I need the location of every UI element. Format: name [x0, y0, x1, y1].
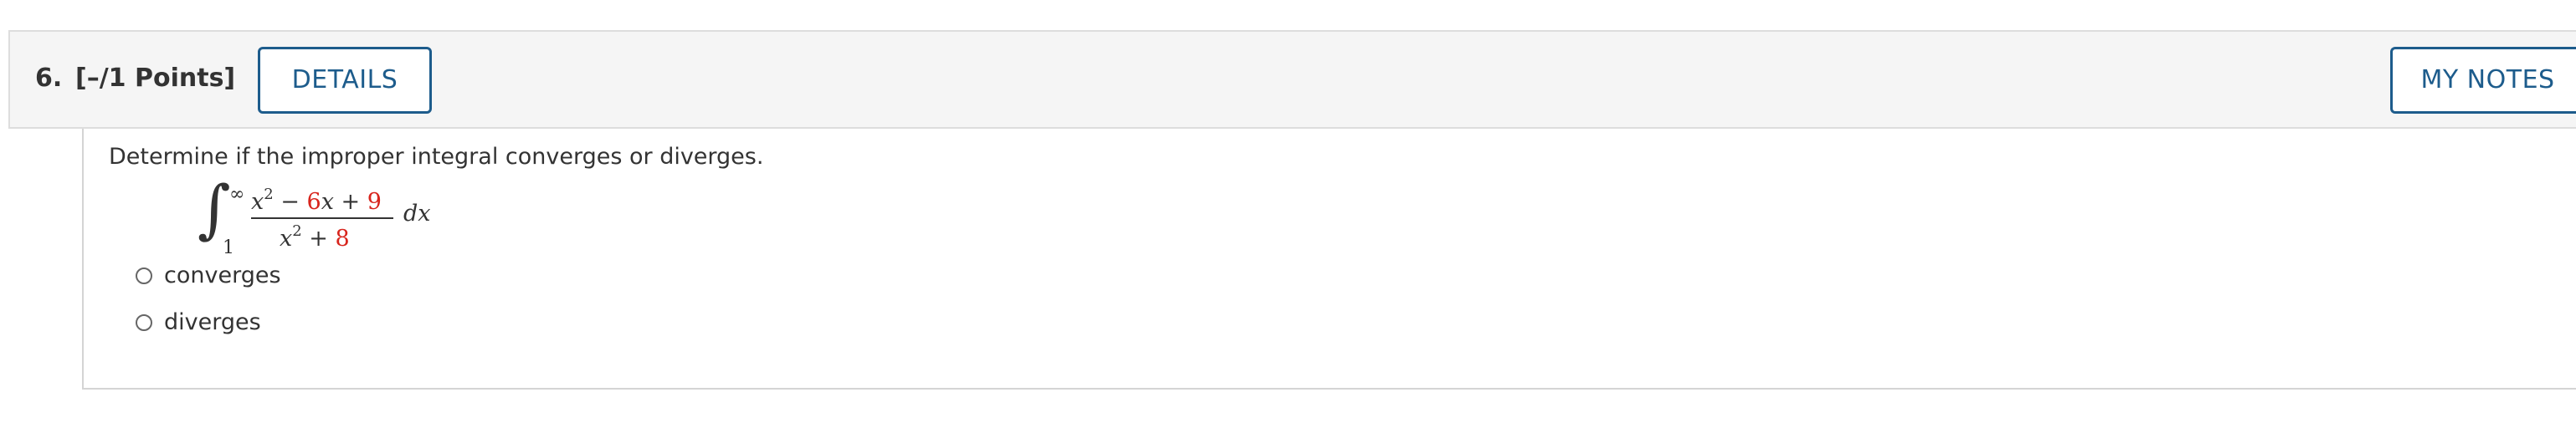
option-converges[interactable]: converges — [136, 262, 281, 288]
integral-sign: ∫ — [198, 171, 231, 246]
differential: dx — [403, 201, 431, 227]
details-button[interactable]: DETAILS — [258, 47, 432, 114]
option-label: diverges — [164, 309, 261, 335]
integral-upper-limit: ∞ — [229, 184, 245, 205]
integral-expression: ∫ ∞ 1 x2 − 6x + 9 x2 + 8 dx — [198, 177, 532, 266]
integrand-numerator: x2 − 6x + 9 — [251, 186, 382, 215]
diverges-radio[interactable] — [136, 313, 152, 331]
numerator-minus: − — [280, 189, 300, 215]
question-number: 6. — [35, 64, 63, 93]
integrand-denominator: x2 + 8 — [280, 222, 350, 252]
denominator-x: x — [280, 226, 293, 252]
denominator-constant: 8 — [335, 226, 350, 252]
converges-radio[interactable] — [136, 267, 152, 284]
denominator-exponent: 2 — [292, 222, 302, 240]
integral-lower-limit: 1 — [223, 237, 234, 258]
denominator-plus: + — [309, 226, 328, 252]
numerator-x-linear: x — [321, 189, 334, 215]
question-prompt: Determine if the improper integral conve… — [109, 144, 764, 170]
option-diverges[interactable]: diverges — [136, 309, 261, 335]
question-body: Determine if the improper integral conve… — [82, 129, 2576, 390]
my-notes-button[interactable]: MY NOTES — [2390, 47, 2576, 114]
numerator-coefficient: 6 — [306, 189, 321, 215]
numerator-plus: + — [341, 189, 361, 215]
fraction-bar — [251, 217, 393, 219]
question-page: 6. [–/1 Points] DETAILS MY NOTES Determi… — [0, 0, 2576, 428]
question-points: [–/1 Points] — [75, 64, 236, 93]
numerator-x: x — [251, 189, 264, 215]
numerator-constant: 9 — [367, 189, 382, 215]
question-header: 6. [–/1 Points] DETAILS MY NOTES — [8, 30, 2576, 129]
option-label: converges — [164, 262, 281, 288]
numerator-exponent: 2 — [264, 186, 274, 203]
